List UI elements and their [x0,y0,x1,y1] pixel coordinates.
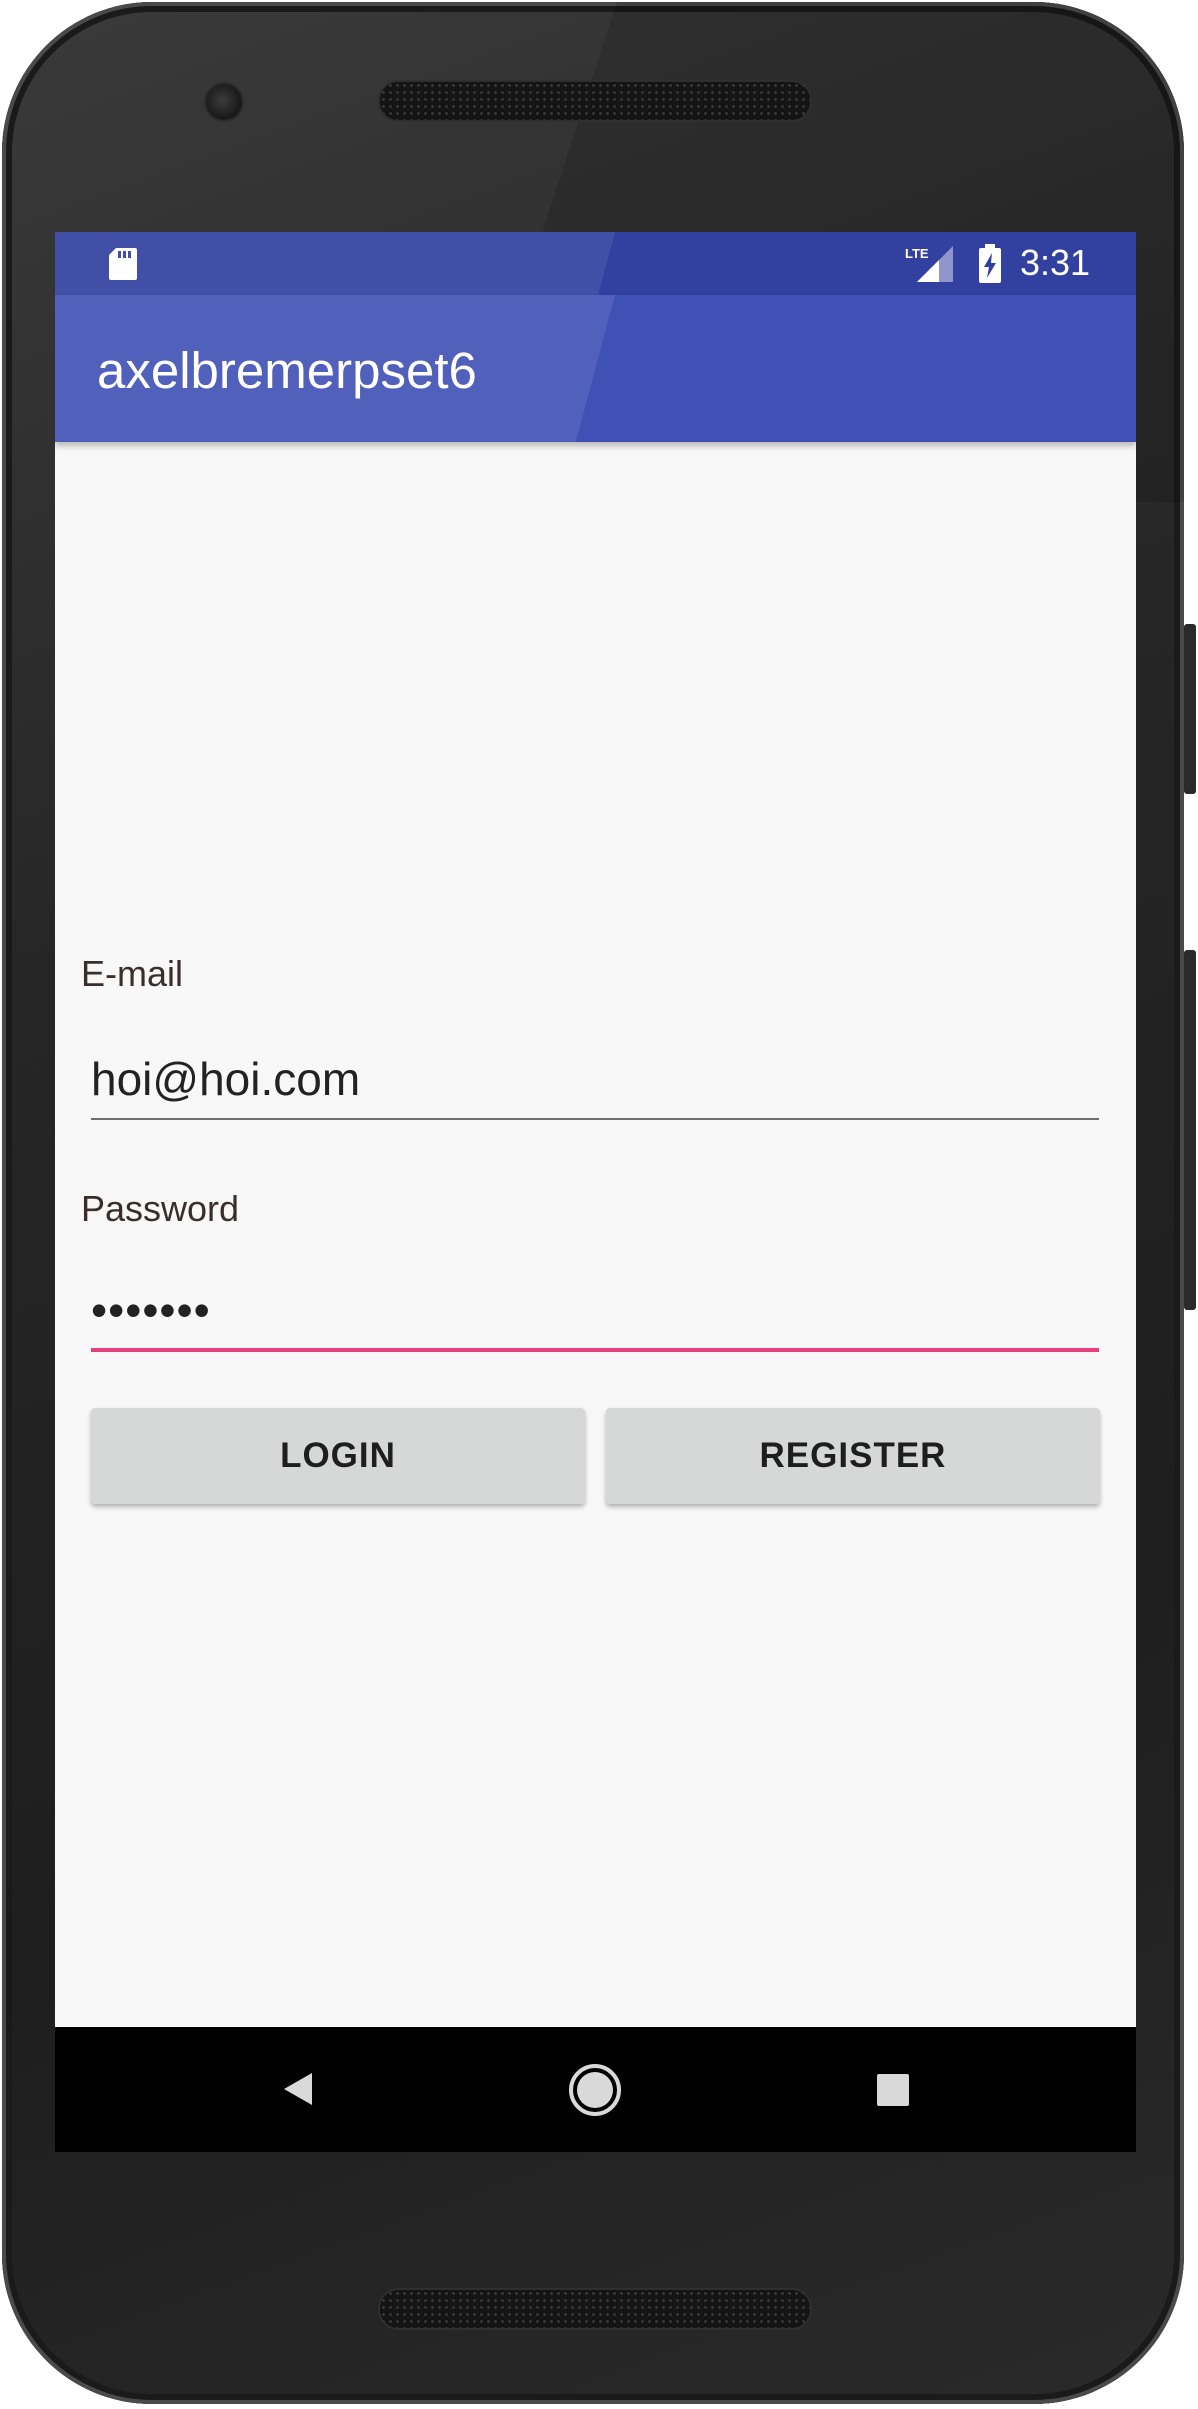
app-title: axelbremerpset6 [97,342,477,399]
screen: LTE 3:31 axelbremerpset6 E-mail Password… [55,232,1136,2152]
top-speaker-grille [380,82,810,120]
battery-charging-icon [979,244,1001,283]
svg-text:LTE: LTE [905,246,929,261]
back-icon[interactable] [278,2069,318,2109]
home-icon[interactable] [568,2063,622,2117]
password-field[interactable] [91,1272,1099,1352]
sd-card-icon [109,248,137,280]
app-bar: axelbremerpset6 [55,295,1136,442]
email-label: E-mail [81,953,184,994]
email-field[interactable] [91,1040,1099,1120]
password-label: Password [81,1188,240,1229]
lte-signal-icon: LTE [905,246,953,282]
navigation-bar [55,2027,1136,2152]
register-button[interactable]: REGISTER [606,1408,1100,1504]
status-bar: LTE 3:31 [55,232,1136,295]
status-time: 3:31 [1020,242,1091,283]
bottom-speaker-grille [380,2290,810,2328]
login-button[interactable]: LOGIN [91,1408,585,1504]
volume-button [1184,950,1196,1310]
recent-apps-icon[interactable] [875,2072,911,2108]
front-camera [206,84,242,120]
power-button [1184,624,1196,794]
